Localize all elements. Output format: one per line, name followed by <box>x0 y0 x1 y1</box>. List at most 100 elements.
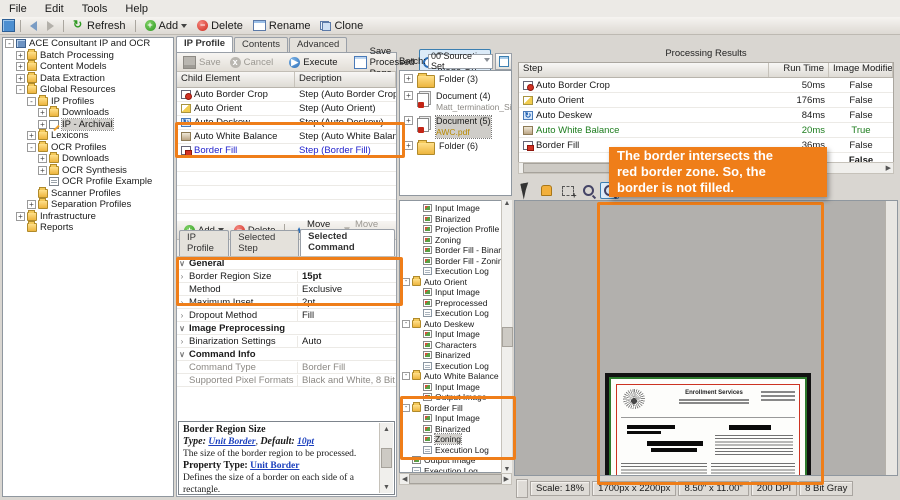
diag-tree-item-projection-profile[interactable]: Projection Profile <box>400 224 511 235</box>
diag-tree-item-output-image[interactable]: Output Image <box>400 455 511 466</box>
collapse-icon[interactable]: - <box>402 320 410 328</box>
save-button[interactable]: Save <box>179 54 225 71</box>
back-button[interactable] <box>26 20 41 32</box>
diag-tree-item-input-image[interactable]: Input Image <box>400 203 511 214</box>
nav-tree-item-downloads[interactable]: +Downloads <box>3 107 173 119</box>
expand-icon[interactable]: + <box>404 141 413 150</box>
child-element-row-auto-orient[interactable]: Auto OrientStep (Auto Orient) <box>177 102 396 116</box>
results-row-auto-deskew[interactable]: ↻Auto Deskew84msFalse <box>519 108 893 123</box>
results-row-auto-orient[interactable]: Auto Orient176msFalse <box>519 93 893 108</box>
diagnostics-tree-hscrollbar[interactable]: ◀▶ <box>399 473 512 485</box>
scroll-down-icon[interactable]: ▼ <box>383 481 390 493</box>
column-step[interactable]: Step <box>519 63 769 77</box>
pan-tool-button[interactable] <box>537 182 556 199</box>
expand-icon[interactable]: + <box>27 131 36 140</box>
subtab-selected-command[interactable]: Selected Command <box>300 229 395 256</box>
property-value[interactable]: 2pt <box>297 297 396 308</box>
diag-tree-item-input-image[interactable]: Input Image <box>400 413 511 424</box>
property-value[interactable]: Fill <box>297 310 396 321</box>
help-ptype-link[interactable]: Unit Border <box>250 461 299 471</box>
diag-tree-item-auto-white-balance[interactable]: -Auto White Balance <box>400 371 511 382</box>
diag-tree-item-zoning[interactable]: Zoning <box>400 235 511 246</box>
column-run-time[interactable]: Run Time <box>769 63 829 77</box>
document-preview-area[interactable]: Enrollment Services <box>514 200 898 476</box>
diag-tree-item-binarized[interactable]: Binarized <box>400 350 511 361</box>
preview-vscrollbar[interactable] <box>885 201 897 475</box>
select-region-button[interactable] <box>558 182 577 199</box>
expand-icon[interactable]: + <box>404 91 413 100</box>
app-grid-icon[interactable] <box>2 19 15 32</box>
document-preview-image[interactable]: Enrollment Services <box>605 373 811 476</box>
diag-tree-item-preprocessed[interactable]: Preprocessed <box>400 298 511 309</box>
batch-tree-item-folder-3-[interactable]: +Folder (3) <box>400 71 511 88</box>
clone-button[interactable]: Clone <box>316 19 367 33</box>
batch-tree-item-folder-6-[interactable]: +Folder (6) <box>400 138 511 155</box>
collapse-icon[interactable]: - <box>402 278 410 286</box>
nav-tree-item-downloads[interactable]: +Downloads <box>3 153 173 165</box>
scroll-right-icon[interactable]: ▶ <box>504 475 509 483</box>
batch-tree-item-document-4-[interactable]: +Document (4)Matt_termination_Signed.pdf <box>400 88 511 113</box>
expand-icon[interactable]: + <box>16 51 25 60</box>
diag-tree-item-binarized[interactable]: Binarized <box>400 214 511 225</box>
help-default-link[interactable]: 10pt <box>297 437 314 447</box>
batch-view-button[interactable] <box>495 53 512 70</box>
menu-help[interactable]: Help <box>116 2 157 16</box>
property-category-command-info[interactable]: ∨Command Info <box>177 348 396 361</box>
property-value[interactable]: Border Fill <box>297 362 396 373</box>
diag-tree-item-border-fill-zoning[interactable]: Border Fill - Zoning <box>400 256 511 267</box>
cancel-button[interactable]: xCancel <box>226 55 278 70</box>
property-row-binarization-settings[interactable]: ›Binarization SettingsAuto <box>177 335 396 348</box>
expand-icon[interactable]: + <box>38 120 47 129</box>
menu-tools[interactable]: Tools <box>73 2 117 16</box>
expand-icon[interactable]: + <box>16 212 25 221</box>
scroll-thumb[interactable] <box>381 448 392 468</box>
expand-icon[interactable]: › <box>177 311 187 320</box>
scroll-up-icon[interactable]: ▲ <box>383 423 390 435</box>
forward-button[interactable] <box>43 20 58 32</box>
expand-icon[interactable]: › <box>177 272 187 281</box>
expand-icon[interactable]: + <box>16 62 25 71</box>
scroll-up-icon[interactable]: ▲ <box>504 200 511 207</box>
diag-tree-item-execution-log[interactable]: Execution Log <box>400 445 511 456</box>
expand-icon[interactable]: + <box>16 74 25 83</box>
property-category-image-preprocessing[interactable]: ∨Image Preprocessing <box>177 322 396 335</box>
property-row-maximum-inset[interactable]: ›Maximum Inset2pt <box>177 296 396 309</box>
expand-icon[interactable]: + <box>38 166 47 175</box>
tab-contents[interactable]: Contents <box>234 37 288 52</box>
help-scrollbar[interactable]: ▲▼ <box>379 423 393 493</box>
pointer-tool-button[interactable] <box>516 182 535 199</box>
nav-tree-item-ip-archival[interactable]: +IP - Archival <box>3 119 173 131</box>
diagnostics-tree-vscrollbar[interactable]: ▲▼ <box>501 200 512 473</box>
child-element-row-auto-deskew[interactable]: ↻Auto DeskewStep (Auto Deskew) <box>177 116 396 130</box>
nav-tree-item-global-resources[interactable]: -Global Resources <box>3 84 173 96</box>
collapse-icon[interactable]: ∨ <box>177 259 187 268</box>
results-row-auto-white-balance[interactable]: Auto White Balance20msTrue <box>519 123 893 138</box>
child-element-row-auto-white-balance[interactable]: Auto White BalanceStep (Auto White Balan… <box>177 130 396 144</box>
collapse-icon[interactable]: - <box>27 143 36 152</box>
nav-tree-item-ip-profiles[interactable]: -IP Profiles <box>3 96 173 108</box>
property-value[interactable]: Exclusive <box>297 284 396 295</box>
property-category-general[interactable]: ∨General <box>177 257 396 270</box>
diag-tree-item-input-image[interactable]: Input Image <box>400 329 511 340</box>
menu-file[interactable]: File <box>0 2 36 16</box>
column-child-element[interactable]: Child Element <box>177 72 295 87</box>
collapse-icon[interactable]: - <box>16 85 25 94</box>
diag-tree-item-auto-deskew[interactable]: -Auto Deskew <box>400 319 511 330</box>
property-row-command-type[interactable]: Command TypeBorder Fill <box>177 361 396 374</box>
expand-icon[interactable]: › <box>177 298 187 307</box>
subtab-selected-step[interactable]: Selected Step <box>230 230 299 256</box>
nav-tree-item-ocr-profile-example[interactable]: OCR Profile Example <box>3 176 173 188</box>
scroll-thumb[interactable] <box>409 474 501 484</box>
add-button[interactable]: +Add <box>141 19 192 33</box>
expand-icon[interactable]: + <box>27 200 36 209</box>
rename-button[interactable]: Rename <box>249 19 315 33</box>
property-row-border-region-size[interactable]: ›Border Region Size15pt <box>177 270 396 283</box>
expand-icon[interactable]: › <box>177 337 187 346</box>
property-value[interactable]: 15pt <box>297 271 396 282</box>
scroll-left-icon[interactable]: ◀ <box>402 475 407 483</box>
column-description[interactable]: Decription <box>295 72 396 87</box>
expand-icon[interactable]: + <box>38 154 47 163</box>
property-row-dropout-method[interactable]: ›Dropout MethodFill <box>177 309 396 322</box>
batch-tree-item-document-5-[interactable]: +Document (5)AWC.pdf <box>400 113 511 138</box>
delete-button[interactable]: −Delete <box>193 19 247 33</box>
